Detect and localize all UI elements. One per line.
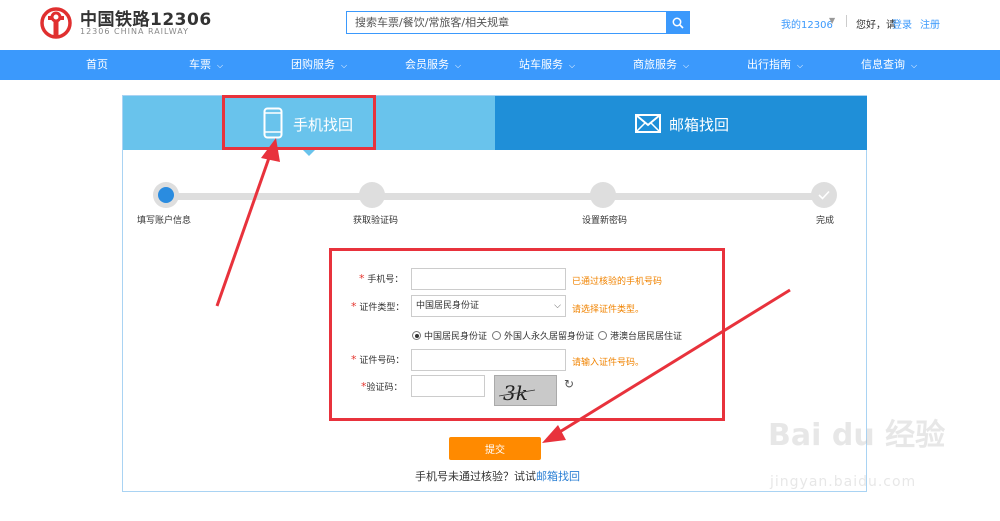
annotation-arrow-up	[215, 154, 272, 307]
annotation-arrows	[215, 138, 791, 443]
annotation-arrow-submit	[557, 288, 791, 435]
arrowhead-icon	[261, 138, 280, 162]
arrowhead-icon	[542, 425, 566, 443]
